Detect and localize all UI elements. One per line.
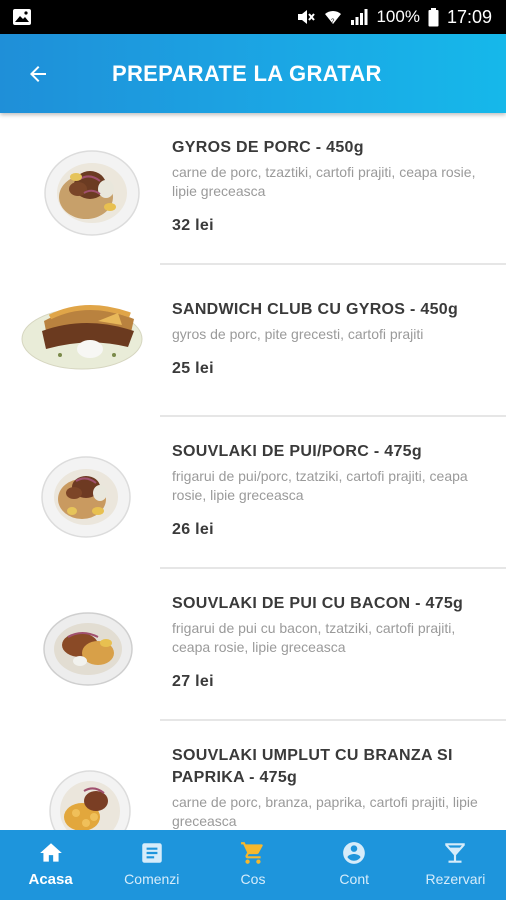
product-description: frigarui de pui cu bacon, tzatziki, cart…: [172, 620, 456, 655]
product-image: [20, 599, 150, 699]
wifi-icon: ?: [324, 8, 342, 26]
product-price: 32 lei: [172, 217, 214, 234]
product-price: 25 lei: [172, 360, 214, 377]
battery-percentage: 100%: [376, 7, 420, 26]
product-price: 26 lei: [172, 521, 214, 538]
product-description: carne de porc, branza, paprika, cartofi …: [172, 794, 478, 829]
orders-icon: [142, 843, 162, 863]
status-bar: ? 100% 17:09: [0, 0, 506, 34]
nav-label: Cos: [240, 871, 266, 887]
nav-label: Comenzi: [124, 871, 180, 887]
page-title: PREPARATE LA GRATAR: [112, 60, 382, 86]
nav-label: Rezervari: [425, 871, 486, 887]
signal-icon: [350, 8, 368, 26]
nav-item-cos[interactable]: Cos: [202, 830, 303, 900]
image-icon: [12, 8, 32, 26]
nav-label: Acasa: [28, 871, 73, 888]
list-item[interactable]: SOUVLAKI UMPLUT CU BRANZA SI PAPRIKA - 4…: [0, 721, 506, 830]
product-title: GYROS DE PORC - 450g: [172, 139, 364, 156]
product-title: SOUVLAKI UMPLUT CU BRANZA SI PAPRIKA - 4…: [172, 747, 453, 786]
app-bar: PREPARATE LA GRATAR: [0, 34, 506, 113]
product-title: SOUVLAKI DE PUI CU BACON - 475g: [172, 595, 464, 612]
arrow-back-icon: [30, 65, 46, 82]
account-icon: [343, 842, 366, 864]
list-item[interactable]: GYROS DE PORC - 450g carne de porc, tzaz…: [0, 113, 506, 265]
product-description: frigarui de pui/porc, tzatziki, cartofi …: [172, 468, 468, 503]
list-item[interactable]: SANDWICH CLUB CU GYROS - 450g gyros de p…: [0, 265, 506, 417]
back-button[interactable]: [0, 34, 78, 113]
cocktail-icon: [445, 843, 466, 863]
product-image: [20, 447, 150, 547]
list-item[interactable]: SOUVLAKI DE PUI CU BACON - 475g frigarui…: [0, 569, 506, 721]
home-icon: [39, 843, 62, 862]
clock: 17:09: [446, 6, 492, 27]
nav-item-acasa[interactable]: Acasa: [0, 830, 101, 900]
product-image: [20, 141, 150, 241]
nav-label: Cont: [339, 871, 369, 887]
bottom-navigation: Acasa Comenzi Cos Cont Rezervari: [0, 830, 506, 900]
mute-icon: [296, 8, 316, 26]
product-image: [20, 761, 150, 830]
product-description: carne de porc, tzaztiki, cartofi prajiti…: [172, 164, 476, 199]
list-item[interactable]: SOUVLAKI DE PUI/PORC - 475g frigarui de …: [0, 417, 506, 569]
product-list[interactable]: GYROS DE PORC - 450g carne de porc, tzaz…: [0, 113, 506, 830]
nav-item-cont[interactable]: Cont: [304, 830, 405, 900]
product-price: 27 lei: [172, 673, 214, 690]
battery-icon: [428, 7, 439, 27]
nav-item-rezervari[interactable]: Rezervari: [405, 830, 506, 900]
product-description: gyros de porc, pite grecesti, cartofi pr…: [172, 326, 424, 342]
product-title: SANDWICH CLUB CU GYROS - 450g: [172, 301, 459, 318]
product-image: [20, 281, 150, 381]
cart-icon: [241, 842, 263, 864]
nav-item-comenzi[interactable]: Comenzi: [101, 830, 202, 900]
product-title: SOUVLAKI DE PUI/PORC - 475g: [172, 443, 422, 460]
